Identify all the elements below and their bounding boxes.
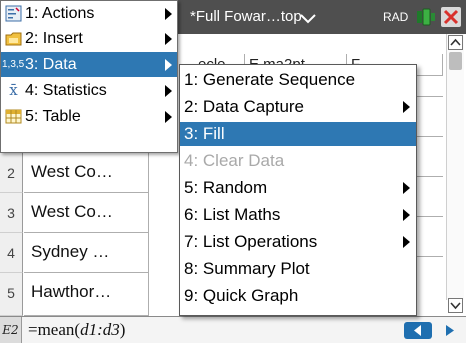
menu-item-summary-plot[interactable]: 8: Summary Plot xyxy=(180,257,416,281)
table-icon xyxy=(5,108,22,125)
submenu-arrow-icon xyxy=(165,111,172,123)
vertical-scrollbar[interactable] xyxy=(446,34,464,313)
actions-icon xyxy=(5,5,22,22)
menu-item-table[interactable]: 5: Table xyxy=(1,104,177,129)
submenu-arrow-icon xyxy=(403,236,410,248)
menu-item-list-operations[interactable]: 7: List Operations xyxy=(180,230,416,254)
submenu-arrow-icon xyxy=(165,8,172,20)
menu-item-label: 2: Data Capture xyxy=(184,97,305,116)
scroll-down-button[interactable] xyxy=(448,298,463,313)
statistics-icon: x̄ xyxy=(9,81,18,99)
table-cell[interactable]: Hawthor… xyxy=(24,273,149,316)
row-number[interactable]: 4 xyxy=(0,233,23,273)
previous-button[interactable] xyxy=(404,322,432,339)
menu-item-label: 6: List Maths xyxy=(184,205,281,224)
menu-item-random[interactable]: 5: Random xyxy=(180,176,416,200)
submenu-arrow-icon xyxy=(165,85,172,97)
chevron-down-icon xyxy=(450,302,461,310)
menu-item-fill[interactable]: 3: Fill xyxy=(180,122,416,146)
row-number[interactable]: 2 xyxy=(0,153,23,193)
menu-item-label: 5: Random xyxy=(184,178,268,197)
menu-item-label: 1: Generate Sequence xyxy=(184,70,356,89)
document-title[interactable]: *Full Fowar…top xyxy=(190,0,302,34)
menu-item-label: 5: Table xyxy=(25,108,81,125)
data-submenu: 1: Generate Sequence 2: Data Capture 3: … xyxy=(179,64,417,316)
row-number[interactable]: 5 xyxy=(0,273,23,316)
menu-item-quick-graph[interactable]: 9: Quick Graph xyxy=(180,284,416,308)
arrow-right-icon xyxy=(446,325,454,336)
submenu-arrow-icon xyxy=(403,182,410,194)
submenu-arrow-icon xyxy=(165,59,172,71)
formula-argument: d1:d3 xyxy=(80,320,120,339)
chevron-up-icon xyxy=(450,38,461,46)
menu-item-label: 1: Actions xyxy=(25,5,95,22)
menu-item-label: 2: Insert xyxy=(25,30,83,47)
menu-item-statistics[interactable]: x̄ 4: Statistics xyxy=(1,78,177,103)
arrow-left-icon xyxy=(414,325,421,336)
next-button[interactable] xyxy=(438,322,462,339)
formula-input[interactable]: =mean(d1:d3) xyxy=(28,317,125,343)
angle-mode-label: RAD xyxy=(383,10,409,24)
menu-item-label: 4: Statistics xyxy=(25,82,107,99)
battery-icon xyxy=(417,8,435,26)
formula-prefix: =mean xyxy=(28,320,75,339)
scroll-thumb[interactable] xyxy=(449,52,462,70)
submenu-arrow-icon xyxy=(165,33,172,45)
formula-bar: E2 =mean(d1:d3) xyxy=(0,316,466,343)
menu-item-clear-data: 4: Clear Data xyxy=(180,149,416,173)
main-menu: 1: Actions 2: Insert 1,3,5 3: Data x̄ 4:… xyxy=(0,0,178,153)
submenu-arrow-icon xyxy=(403,209,410,221)
menu-item-label: 3: Fill xyxy=(184,124,225,143)
menu-item-label: 4: Clear Data xyxy=(184,151,285,170)
menu-item-actions[interactable]: 1: Actions xyxy=(1,1,177,26)
table-cell[interactable]: West Co… xyxy=(24,153,149,193)
menu-item-label: 3: Data xyxy=(25,56,77,73)
data-icon: 1,3,5 xyxy=(2,59,25,70)
menu-item-data[interactable]: 1,3,5 3: Data xyxy=(1,52,177,77)
document-dropdown-icon[interactable] xyxy=(300,12,316,24)
table-cell[interactable]: West Co… xyxy=(24,193,149,233)
close-icon xyxy=(443,9,459,25)
row-number[interactable]: 3 xyxy=(0,193,23,233)
cell-reference: E2 xyxy=(0,317,22,343)
menu-item-list-maths[interactable]: 6: List Maths xyxy=(180,203,416,227)
menu-item-generate-sequence[interactable]: 1: Generate Sequence xyxy=(180,68,416,92)
menu-item-label: 7: List Operations xyxy=(184,232,318,251)
menu-item-insert[interactable]: 2: Insert xyxy=(1,26,177,51)
submenu-arrow-icon xyxy=(403,101,410,113)
close-button[interactable] xyxy=(441,7,461,27)
menu-item-label: 8: Summary Plot xyxy=(184,259,310,278)
scroll-up-button[interactable] xyxy=(448,35,463,50)
menu-item-data-capture[interactable]: 2: Data Capture xyxy=(180,95,416,119)
insert-icon xyxy=(5,30,22,47)
menu-item-label: 9: Quick Graph xyxy=(184,286,299,305)
table-cell[interactable]: Sydney … xyxy=(24,233,149,273)
